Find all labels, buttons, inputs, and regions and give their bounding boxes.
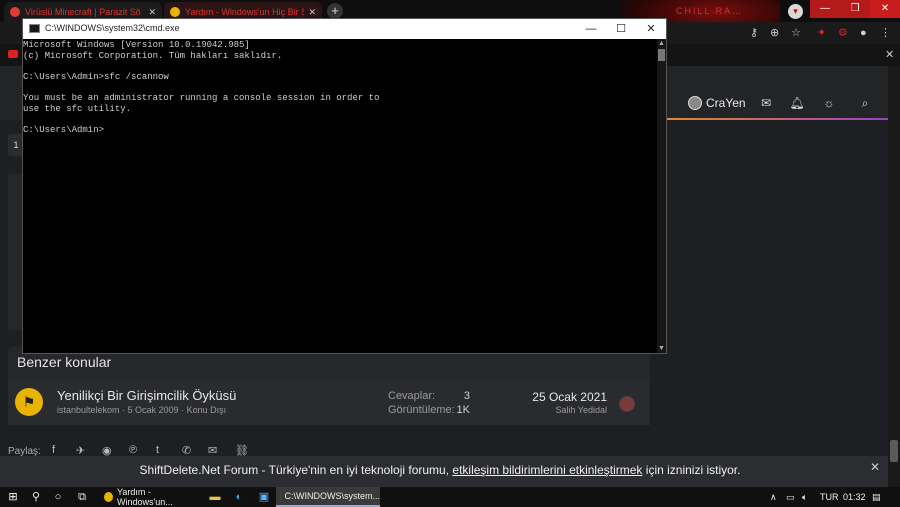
- language-indicator[interactable]: TUR: [820, 487, 839, 507]
- inbox-icon[interactable]: ✉: [757, 94, 775, 112]
- task-view-icon[interactable]: ⧉: [72, 487, 92, 507]
- consent-text: ShiftDelete.Net Forum - Türkiye'nin en i…: [0, 463, 880, 477]
- avatar[interactable]: [619, 396, 635, 412]
- menu-dots-icon[interactable]: ⋮: [880, 22, 891, 44]
- forum-favicon-icon: [170, 7, 180, 17]
- tray-chevron-icon[interactable]: ∧: [770, 487, 782, 507]
- thread-title-link[interactable]: Yenilikçi Bir Girişimcilik Öyküsü: [57, 388, 236, 403]
- taskbar-app-chrome[interactable]: Yardım - Windows'un...: [100, 487, 200, 507]
- tab-title: Virüslü Minecraft | Parazit Sö: [25, 7, 141, 17]
- alerts-bell-icon[interactable]: 🔔︎: [788, 94, 806, 112]
- console-line: C:\Users\Admin>sfc /scannow: [23, 71, 169, 82]
- avatar: [688, 96, 702, 110]
- cmd-close-button[interactable]: ✕: [636, 19, 666, 39]
- consent-text-before: ShiftDelete.Net Forum - Türkiye'nin en i…: [139, 463, 450, 477]
- tumblr-icon[interactable]: t: [156, 444, 159, 456]
- cmd-title: C:\WINDOWS\system32\cmd.exe: [45, 23, 180, 33]
- console-line: (c) Microsoft Corporation. Tüm hakları s…: [23, 50, 283, 61]
- cortana-icon[interactable]: ○: [48, 487, 68, 507]
- tab-title: Yardım - Windows'un Hiç Bir Şey: [185, 7, 305, 17]
- cmd-console-output[interactable]: Microsoft Windows [Version 10.0.19042.98…: [23, 39, 657, 353]
- views-label: Görüntüleme:: [388, 404, 455, 416]
- cmd-window[interactable]: C:\WINDOWS\system32\cmd.exe — ☐ ✕ Micros…: [22, 18, 667, 354]
- last-post-user[interactable]: Salih Yedidal: [500, 405, 607, 415]
- network-icon[interactable]: ▭: [786, 487, 798, 507]
- chrome-icon: [104, 492, 114, 502]
- consent-text-after: için izninizi istiyor.: [645, 463, 741, 477]
- replies-label: Cevaplar:: [388, 390, 436, 402]
- edge-icon[interactable]: ◐: [230, 487, 248, 507]
- user-menu[interactable]: CraYen: [688, 94, 746, 112]
- tab-search-icon[interactable]: ▾: [788, 4, 803, 19]
- console-line: Microsoft Windows [Version 10.0.19042.98…: [23, 40, 250, 50]
- style-toggle-icon[interactable]: ☼: [820, 94, 838, 112]
- cmd-titlebar[interactable]: C:\WINDOWS\system32\cmd.exe — ☐ ✕: [23, 19, 666, 39]
- tab-close-icon[interactable]: ✕: [308, 7, 316, 18]
- windows-start-icon[interactable]: ⊞: [2, 487, 24, 507]
- views-count: 1K: [456, 404, 470, 416]
- last-post-date[interactable]: 25 Ocak 2021: [500, 390, 607, 404]
- volume-icon[interactable]: 🔈︎: [802, 487, 814, 507]
- cmd-scrollbar[interactable]: [657, 39, 666, 353]
- bookmark-dismiss-icon[interactable]: ✕: [885, 44, 894, 66]
- clock[interactable]: 01:32: [843, 487, 866, 507]
- extension-icon[interactable]: ✦: [817, 22, 826, 44]
- console-prompt[interactable]: C:\Users\Admin>: [23, 125, 657, 136]
- consent-close-button[interactable]: ✕: [868, 460, 882, 474]
- browser-maximize-button[interactable]: ❐: [840, 0, 870, 18]
- thread-meta: istanbultelekom · 5 Ocak 2009 · Konu Dış…: [57, 405, 227, 415]
- consent-link[interactable]: etkileşim bildirimlerini etkinleştirmek: [452, 463, 642, 477]
- youtube-bookmark-icon[interactable]: [8, 50, 18, 58]
- username: CraYen: [706, 96, 746, 110]
- browser-minimize-button[interactable]: —: [810, 0, 840, 18]
- store-icon[interactable]: ▣: [255, 487, 273, 507]
- replies-count: 3: [463, 390, 470, 402]
- taskbar-app-label: C:\WINDOWS\system...: [284, 491, 381, 501]
- bookmark-text[interactable]: CHILL RA…: [676, 6, 743, 16]
- console-line: You must be an administrator running a c…: [23, 92, 380, 103]
- cmd-scroll-thumb[interactable]: [658, 49, 665, 61]
- browser-close-button[interactable]: ✕: [870, 0, 900, 18]
- bookmark-star-icon[interactable]: ☆: [791, 22, 801, 44]
- cmd-scroll-up-icon[interactable]: ▲: [657, 39, 666, 48]
- youtube-favicon-icon: [10, 7, 20, 17]
- facebook-icon[interactable]: f: [52, 444, 55, 456]
- page-scroll-thumb[interactable]: [890, 440, 898, 462]
- taskbar-app-cmd[interactable]: C:\WINDOWS\system...: [276, 487, 380, 507]
- cmd-scroll-down-icon[interactable]: ▼: [657, 344, 666, 353]
- pinterest-icon[interactable]: ℗: [129, 444, 137, 456]
- zoom-icon[interactable]: ⊕: [770, 22, 779, 44]
- cmd-app-icon: [29, 24, 40, 33]
- new-tab-button[interactable]: +: [327, 3, 343, 19]
- search-icon[interactable]: ⌕: [856, 94, 874, 112]
- key-icon[interactable]: ⚷: [750, 22, 758, 44]
- thread-forum-icon[interactable]: ⚑: [15, 388, 43, 416]
- search-icon[interactable]: ⚲: [26, 487, 46, 507]
- similar-threads-title: Benzer konular: [17, 354, 112, 370]
- cmd-icon: [280, 491, 281, 501]
- profile-icon[interactable]: ●: [860, 22, 867, 44]
- console-line: use the sfc utility.: [23, 103, 132, 114]
- extension2-icon[interactable]: ⚙: [838, 22, 848, 44]
- cmd-minimize-button[interactable]: —: [576, 19, 606, 39]
- page-scrollbar[interactable]: [888, 66, 900, 487]
- taskbar-app-label: Yardım - Windows'un...: [117, 487, 173, 507]
- cmd-maximize-button[interactable]: ☐: [606, 19, 636, 39]
- tab-close-icon[interactable]: ✕: [148, 7, 156, 18]
- file-explorer-icon[interactable]: ▬: [206, 487, 224, 507]
- notifications-icon[interactable]: ▤: [872, 487, 886, 507]
